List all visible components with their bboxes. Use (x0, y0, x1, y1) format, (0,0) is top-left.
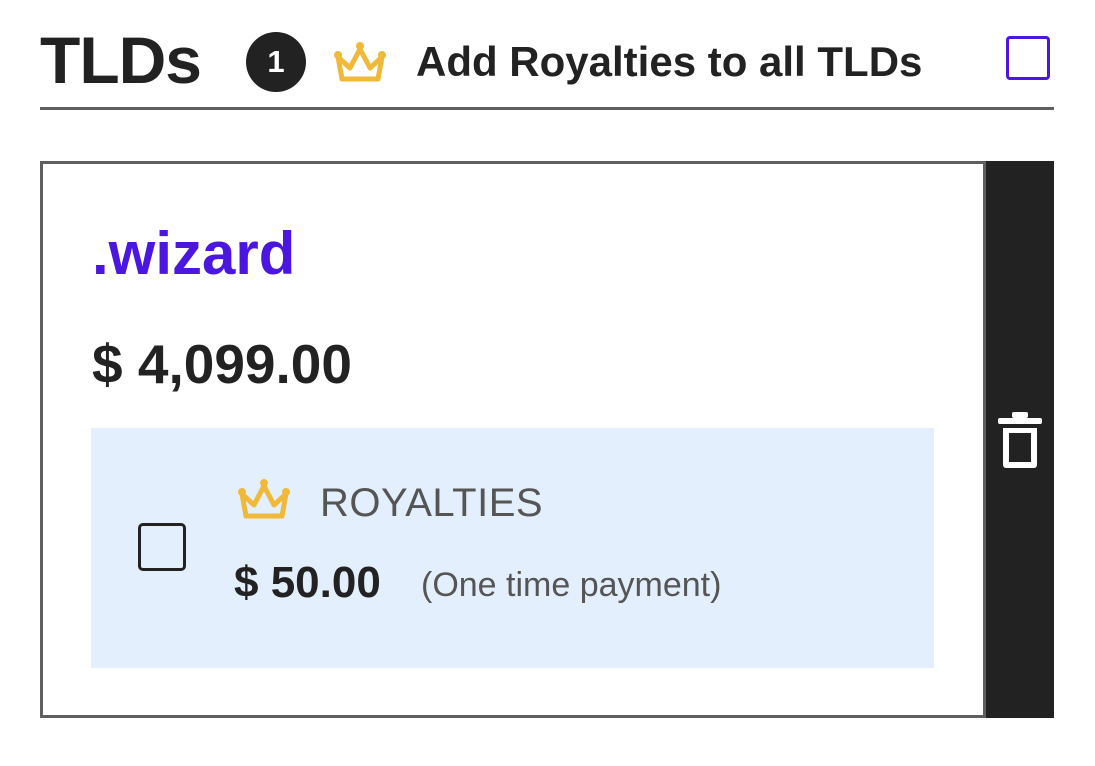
crown-icon (238, 479, 290, 519)
royalties-option: ROYALTIES $ 50.00 (One time payment) (91, 428, 934, 668)
tlds-panel: TLDs 1 Add Royalties to all TLDs .wizard… (0, 0, 1095, 766)
add-royalties-all-label: Add Royalties to all TLDs (416, 38, 923, 85)
royalties-label: ROYALTIES (320, 481, 544, 525)
royalties-payment-note: (One time payment) (421, 566, 722, 604)
royalties-price: $ 50.00 (234, 558, 381, 607)
tld-card: .wizard $ 4,099.00 ROYALTIES $ 50.00 (On… (40, 161, 986, 718)
crown-icon (334, 42, 386, 82)
tld-name: .wizard (92, 220, 296, 287)
royalties-checkbox[interactable] (138, 523, 186, 571)
page-title: TLDs (40, 23, 202, 97)
add-royalties-all-checkbox[interactable] (1006, 36, 1050, 80)
tld-count-badge: 1 (246, 32, 306, 92)
tlds-header: TLDs 1 Add Royalties to all TLDs (40, 22, 1054, 110)
delete-tld-button[interactable] (986, 161, 1054, 718)
tld-price: $ 4,099.00 (92, 333, 352, 395)
trash-icon (998, 412, 1042, 468)
